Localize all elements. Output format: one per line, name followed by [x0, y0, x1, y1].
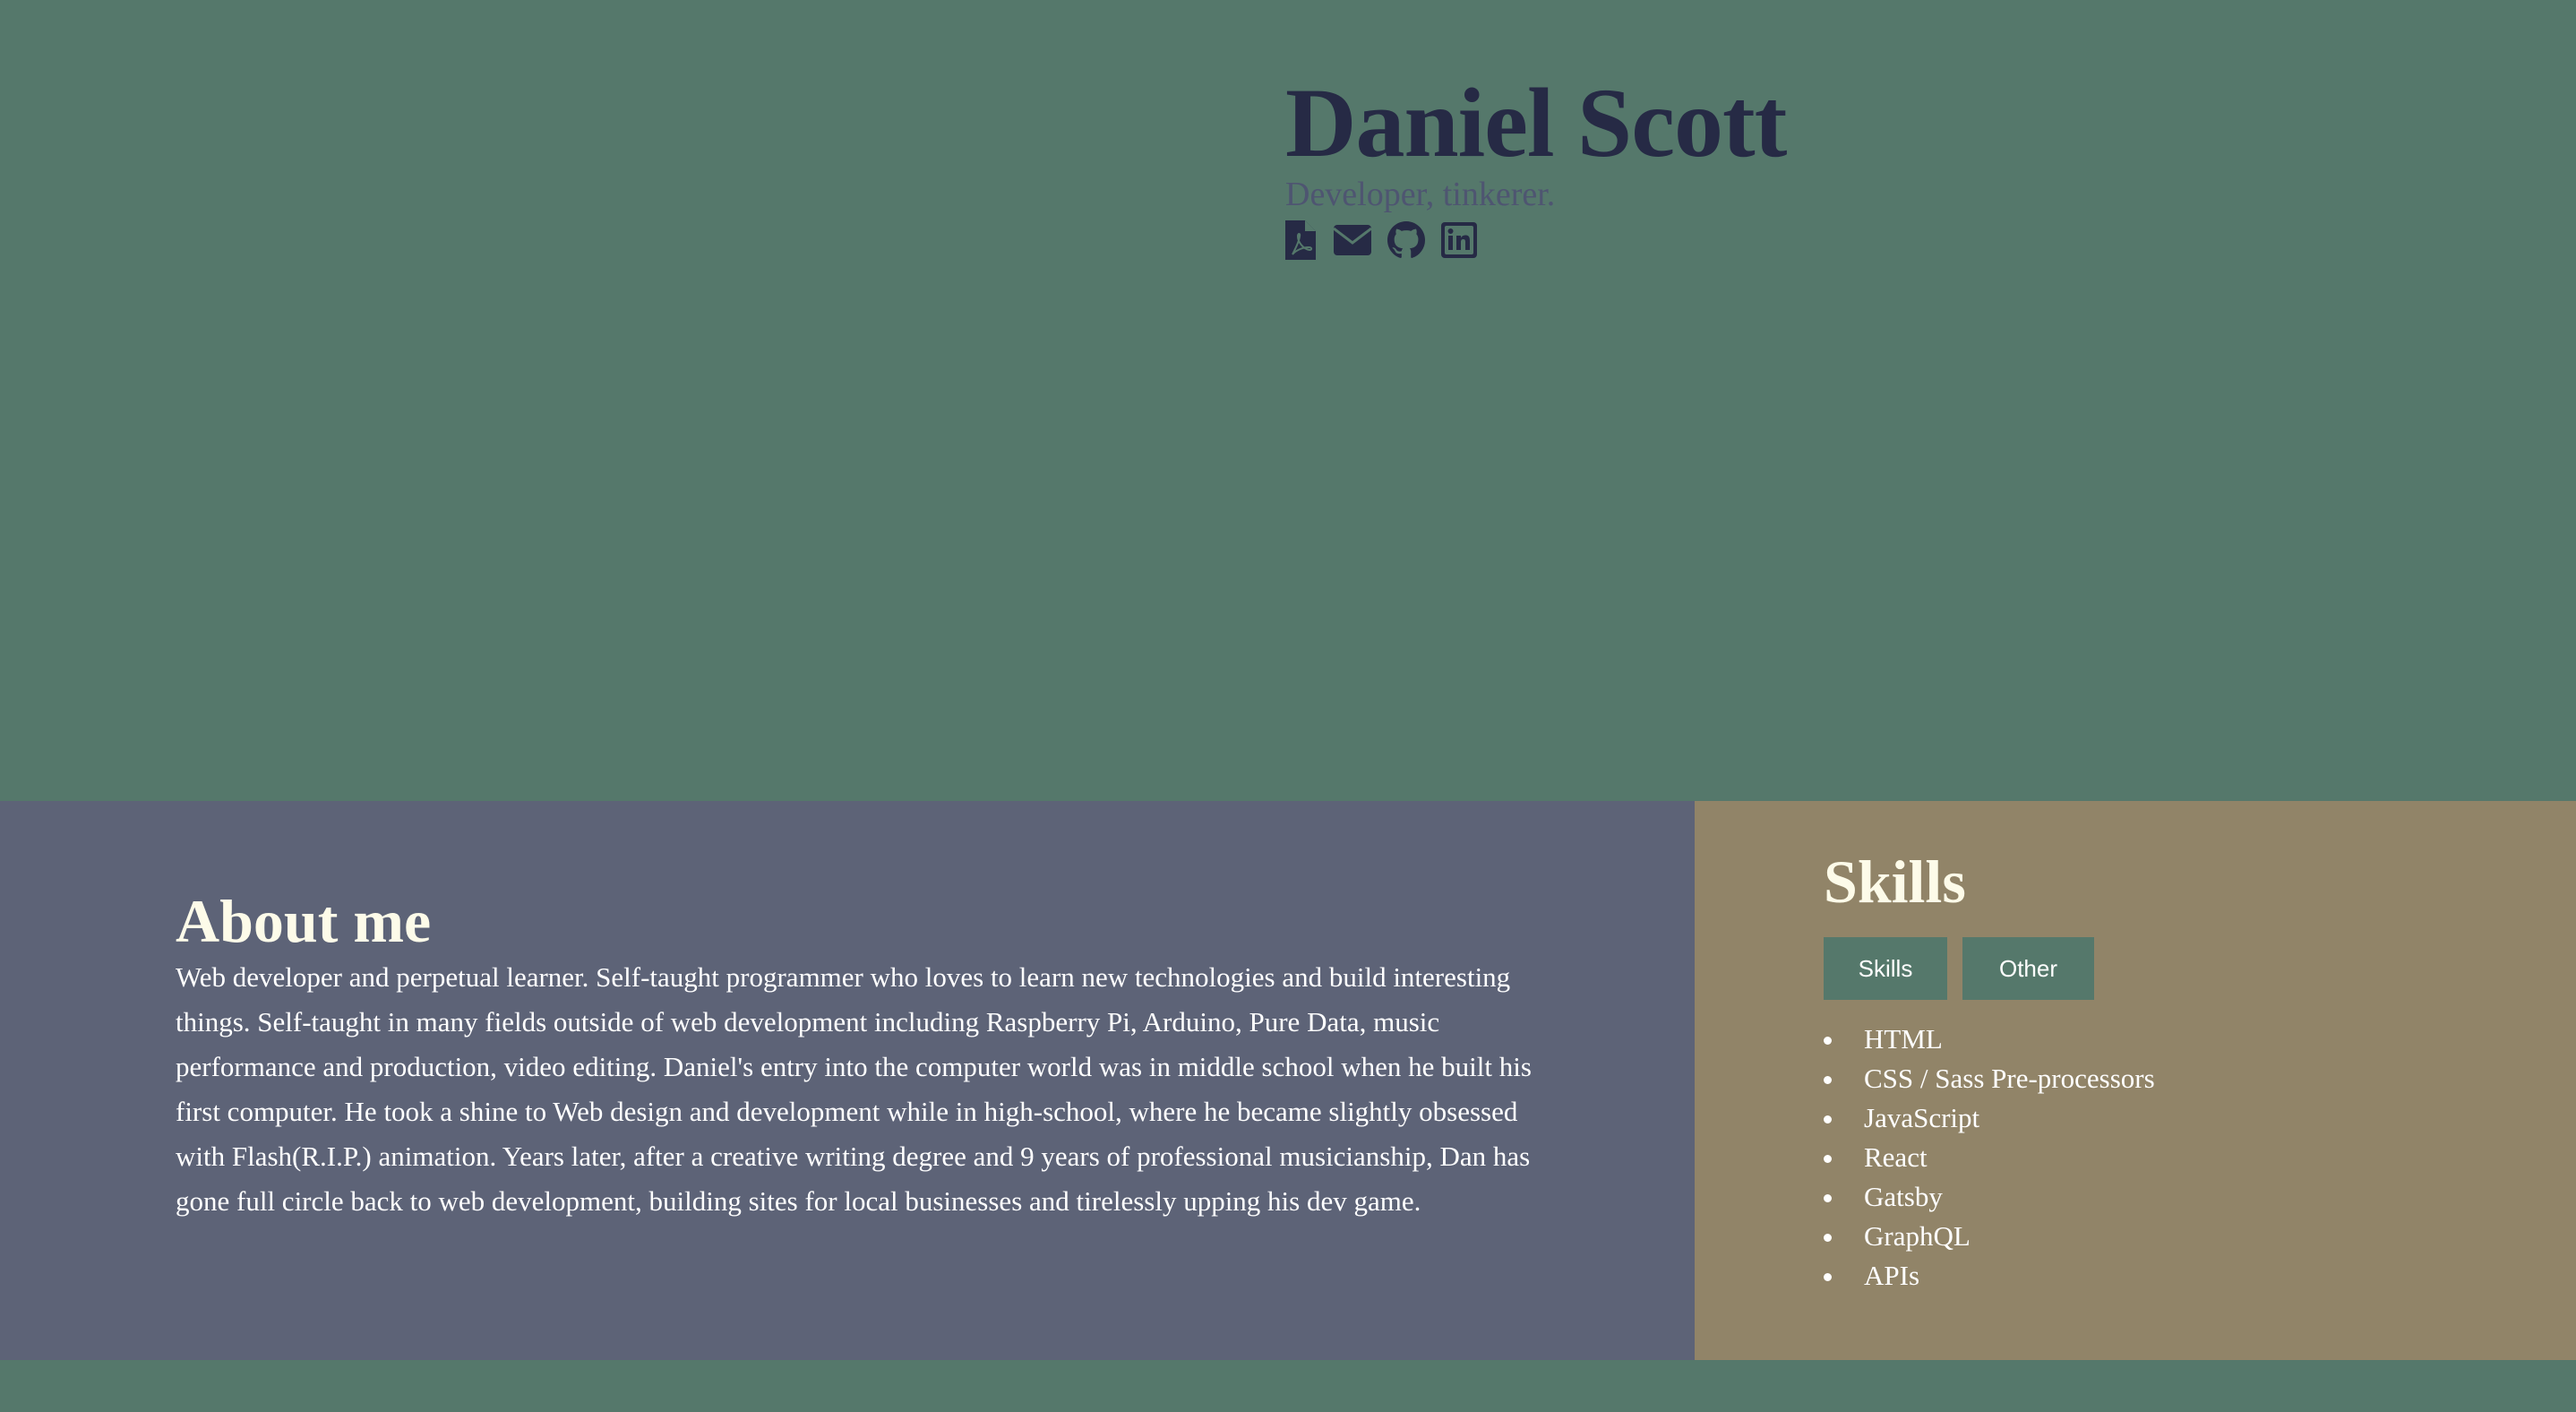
linkedin-link[interactable] — [1441, 220, 1477, 260]
tagline: Developer, tinkerer. — [1285, 176, 1556, 213]
hero-section: Daniel Scott Developer, tinkerer. — [0, 0, 2576, 801]
linkedin-icon — [1441, 222, 1477, 258]
skill-item-css: CSS / Sass Pre-processors — [1824, 1059, 2155, 1098]
skills-content: Skills Skills Other HTML CSS / Sass Pre-… — [1824, 848, 2155, 1296]
skills-list: HTML CSS / Sass Pre-processors JavaScrip… — [1824, 1020, 2155, 1296]
about-section: About me Web developer and perpetual lea… — [0, 801, 1695, 1360]
skill-item-apis: APIs — [1824, 1256, 2155, 1296]
skill-item-react: React — [1824, 1138, 2155, 1177]
github-link[interactable] — [1387, 220, 1425, 260]
email-link[interactable] — [1334, 220, 1371, 260]
skills-section: Skills Skills Other HTML CSS / Sass Pre-… — [1695, 801, 2576, 1360]
skill-item-graphql: GraphQL — [1824, 1217, 2155, 1256]
other-tab-button[interactable]: Other — [1962, 937, 2094, 1000]
skill-item-gatsby: Gatsby — [1824, 1177, 2155, 1217]
about-heading: About me — [176, 887, 432, 955]
skill-item-html: HTML — [1824, 1020, 2155, 1059]
envelope-icon — [1334, 225, 1371, 255]
hero-header: Daniel Scott Developer, tinkerer. — [1285, 68, 1787, 260]
social-links — [1285, 220, 1786, 260]
resume-pdf-link[interactable] — [1285, 220, 1316, 260]
skills-heading: Skills — [1824, 848, 1966, 916]
skills-tabs: Skills Other — [1824, 937, 2155, 1000]
about-paragraph: Web developer and perpetual learner. Sel… — [176, 961, 1532, 1217]
skill-item-javascript: JavaScript — [1824, 1098, 2155, 1138]
pdf-file-icon — [1285, 220, 1316, 260]
about-content: About me Web developer and perpetual lea… — [176, 887, 1537, 1224]
site-owner-name: Daniel Scott — [1285, 68, 1787, 177]
github-icon — [1387, 221, 1425, 258]
skills-tab-button[interactable]: Skills — [1824, 937, 1947, 1000]
